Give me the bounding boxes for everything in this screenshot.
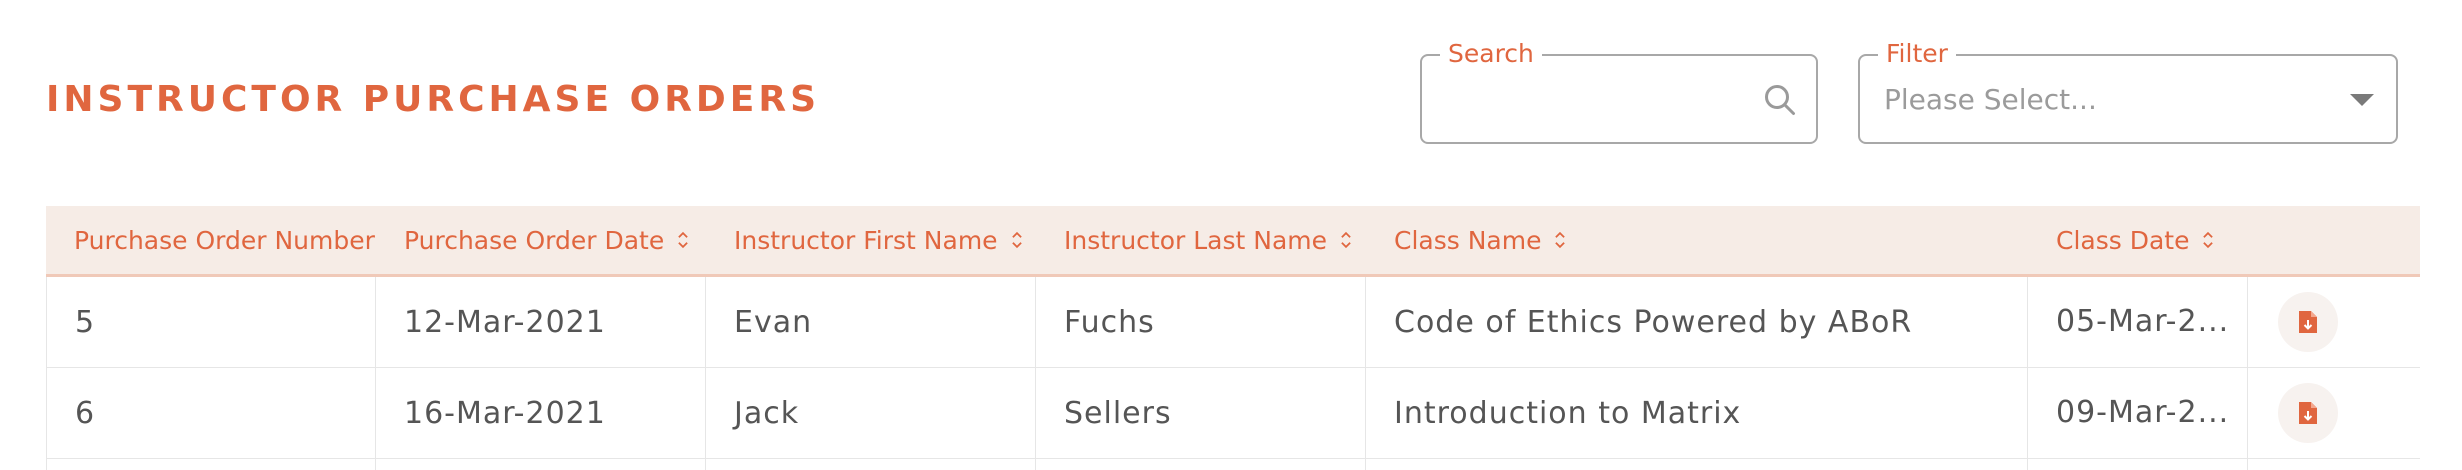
table-row-partial [46, 459, 2420, 470]
class-date-text: 09-Mar-2... [2056, 395, 2230, 430]
chevron-down-icon[interactable] [2350, 94, 2374, 106]
pdf-download-icon [2299, 311, 2317, 333]
column-header-label: Class Date [2056, 225, 2190, 255]
cell-actions [2248, 368, 2420, 458]
column-header-class-name[interactable]: Class Name [1366, 206, 2028, 274]
sort-icon[interactable] [1553, 229, 1567, 251]
table-row[interactable]: 5 12-Mar-2021 Evan Fuchs Code of Ethics … [46, 277, 2420, 368]
class-date-text: 05-Mar-2... [2056, 304, 2230, 339]
cell-empty [2028, 459, 2248, 470]
column-header-class-date[interactable]: Class Date [2028, 206, 2248, 274]
purchase-orders-table: Purchase Order Number Purchase Order Dat… [46, 206, 2420, 470]
cell-last-name: Sellers [1036, 368, 1366, 458]
filter-select[interactable]: Filter Please Select... [1858, 40, 2398, 144]
sort-icon[interactable] [676, 229, 690, 251]
column-header-label: Instructor Last Name [1064, 225, 1328, 255]
cell-empty [706, 459, 1036, 470]
column-header-po-date[interactable]: Purchase Order Date [376, 206, 706, 274]
table-row[interactable]: 6 16-Mar-2021 Jack Sellers Introduction … [46, 368, 2420, 459]
cell-class-name: Introduction to Matrix [1366, 368, 2028, 458]
cell-empty [2248, 459, 2420, 470]
cell-empty [1366, 459, 2028, 470]
column-header-label: Purchase Order Date [404, 225, 665, 255]
column-header-actions [2248, 206, 2420, 274]
sort-icon[interactable] [1010, 229, 1024, 251]
search-icon[interactable] [1762, 82, 1798, 118]
cell-actions [2248, 277, 2420, 367]
cell-empty [1036, 459, 1366, 470]
search-label: Search [1440, 40, 1542, 68]
download-pdf-button[interactable] [2278, 292, 2338, 352]
column-header-label: Instructor First Name [734, 225, 998, 255]
cell-po-date: 12-Mar-2021 [376, 277, 706, 367]
column-header-last-name[interactable]: Instructor Last Name [1036, 206, 1366, 274]
filter-label: Filter [1878, 40, 1956, 68]
cell-po-number: 5 [46, 277, 376, 367]
cell-empty [46, 459, 376, 470]
cell-class-date: 09-Mar-2... [2028, 368, 2248, 458]
column-header-label: Class Name [1394, 225, 1542, 255]
pdf-download-icon [2299, 402, 2317, 424]
cell-empty [376, 459, 706, 470]
cell-class-name: Code of Ethics Powered by ABoR [1366, 277, 2028, 367]
column-header-first-name[interactable]: Instructor First Name [706, 206, 1036, 274]
cell-po-number: 6 [46, 368, 376, 458]
cell-last-name: Fuchs [1036, 277, 1366, 367]
page-title: INSTRUCTOR PURCHASE ORDERS [46, 79, 821, 120]
page: INSTRUCTOR PURCHASE ORDERS Search Filter… [0, 0, 2462, 470]
filter-placeholder: Please Select... [1884, 83, 2097, 116]
cell-po-date: 16-Mar-2021 [376, 368, 706, 458]
cell-class-date: 05-Mar-2... [2028, 277, 2248, 367]
column-header-po-number[interactable]: Purchase Order Number [46, 206, 376, 274]
sort-icon[interactable] [2201, 229, 2215, 251]
cell-first-name: Evan [706, 277, 1036, 367]
search-field[interactable]: Search [1420, 40, 1818, 144]
sort-icon[interactable] [1339, 229, 1353, 251]
column-header-label: Purchase Order Number [74, 225, 375, 255]
download-pdf-button[interactable] [2278, 383, 2338, 443]
table-header: Purchase Order Number Purchase Order Dat… [46, 206, 2420, 277]
cell-first-name: Jack [706, 368, 1036, 458]
